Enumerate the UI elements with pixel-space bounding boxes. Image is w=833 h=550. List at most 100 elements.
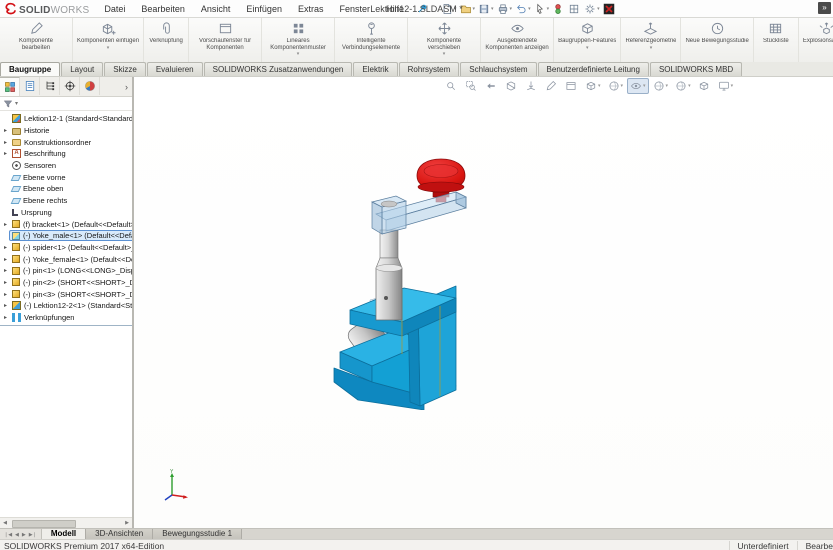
pin-menu-icon[interactable]: [417, 3, 428, 14]
tree-item[interactable]: Lektion12-1 (Standard<Standard_Anzeige: [0, 113, 132, 125]
qa-button-select[interactable]: ▾: [533, 1, 551, 16]
command-tab-baugruppe[interactable]: Baugruppe: [0, 62, 60, 76]
expand-arrow-icon[interactable]: ▸: [2, 221, 9, 228]
qa-button-print[interactable]: ▾: [496, 1, 514, 16]
titlebar-expand-button[interactable]: »: [818, 2, 831, 14]
menu-fenster[interactable]: Fenster: [332, 3, 377, 15]
tree-item[interactable]: ▸ (-) pin<2> (SHORT<<SHORT>_Displa: [0, 277, 132, 289]
panel-tab-dimxpertmanager[interactable]: [60, 77, 80, 95]
tree-item[interactable]: Sensoren: [0, 160, 132, 172]
ribbon-button-exploded-view[interactable]: Explosionsansicht: [799, 18, 833, 62]
qa-button-new-document[interactable]: ▾: [440, 1, 458, 16]
headsup-button-zoom-to-fit[interactable]: [442, 78, 461, 94]
tree-item[interactable]: ▸ (-) pin<1> (LONG<<LONG>_Display S: [0, 265, 132, 277]
model-universal-joint-assembly[interactable]: [300, 140, 500, 410]
scrollbar-thumb[interactable]: [12, 520, 76, 528]
qa-button-file-properties[interactable]: [567, 1, 582, 16]
panel-tab-propertymanager[interactable]: [20, 77, 40, 95]
panel-tabs-more-icon[interactable]: ›: [125, 82, 132, 92]
tree-item[interactable]: ▸ (-) spider<1> (Default<<Default>_Disp: [0, 242, 132, 254]
headsup-button-apply-scene[interactable]: ▾: [672, 78, 694, 94]
panel-tab-featuremanager[interactable]: [0, 77, 20, 96]
ribbon-button-move-component[interactable]: Komponente verschieben ▾: [408, 18, 481, 62]
command-tab-elektrik[interactable]: Elektrik: [353, 62, 397, 76]
tree-item[interactable]: ▸ (-) Yoke_female<1> (Default<<Defaul: [0, 253, 132, 265]
menu-extras[interactable]: Extras: [291, 3, 331, 15]
ribbon-button-insert-components[interactable]: Komponenten einfügen ▾: [73, 18, 144, 62]
command-tab-layout[interactable]: Layout: [61, 62, 103, 76]
expand-arrow-icon[interactable]: ▸: [2, 279, 9, 286]
graphics-area[interactable]: ▾ ▾ ▾ ▾: [134, 77, 833, 528]
next-tab-icon[interactable]: ▶: [21, 532, 27, 538]
tree-item[interactable]: Ebene vorne: [0, 171, 132, 183]
qa-button-options[interactable]: ▾: [583, 1, 601, 16]
menu-bearbeiten[interactable]: Bearbeiten: [134, 3, 192, 15]
ribbon-button-mate[interactable]: Verknüpfung: [144, 18, 189, 62]
tree-item[interactable]: ▸ Konstruktionsordner: [0, 136, 132, 148]
tree-item[interactable]: ▸ Historie: [0, 125, 132, 137]
qa-button-rebuild[interactable]: [551, 1, 566, 16]
command-tab-solidworks-zusatzanwendungen[interactable]: SOLIDWORKS Zusatzanwendungen: [204, 62, 353, 76]
tree-item[interactable]: Ebene rechts: [0, 195, 132, 207]
tree-item[interactable]: Ursprung: [0, 207, 132, 219]
expand-arrow-icon[interactable]: ▸: [2, 127, 9, 134]
menu-einfuegen[interactable]: Einfügen: [239, 3, 289, 15]
expand-arrow-icon[interactable]: ▸: [2, 314, 9, 321]
ribbon-button-edit-component[interactable]: Komponente bearbeiten: [0, 18, 73, 62]
expand-arrow-icon[interactable]: ▸: [2, 139, 9, 146]
menu-datei[interactable]: Datei: [97, 3, 132, 15]
first-tab-icon[interactable]: ❘◀: [3, 532, 13, 538]
model-crank-shaft[interactable]: [376, 230, 402, 320]
menu-ansicht[interactable]: Ansicht: [194, 3, 238, 15]
headsup-button-view-orientation[interactable]: ▾: [582, 78, 604, 94]
ribbon-button-smart-fasteners[interactable]: Intelligente Verbindungselemente: [335, 18, 408, 62]
ribbon-button-show-hidden-components[interactable]: Ausgeblendete Komponenten anzeigen: [481, 18, 554, 62]
expand-arrow-icon[interactable]: ▸: [2, 302, 9, 309]
headsup-button-edit-appearance[interactable]: ▾: [650, 78, 672, 94]
command-tab-rohrsystem[interactable]: Rohrsystem: [399, 62, 460, 76]
headsup-button-display-style[interactable]: ▾: [605, 78, 627, 94]
tree-item[interactable]: ▸ (-) pin<3> (SHORT<<SHORT>_Displa: [0, 288, 132, 300]
expand-arrow-icon[interactable]: ▸: [2, 244, 9, 251]
expand-arrow-icon[interactable]: ▸: [2, 291, 9, 298]
command-tab-benutzerdefinierte-leitung[interactable]: Benutzerdefinierte Leitung: [538, 62, 649, 76]
ribbon-button-new-motion-study[interactable]: Neue Bewegungsstudie: [681, 18, 753, 62]
model-knob[interactable]: [417, 159, 465, 192]
panel-horizontal-scrollbar[interactable]: ◀ ▶: [0, 517, 132, 528]
expand-arrow-icon[interactable]: ▸: [2, 256, 9, 263]
headsup-button-sketch[interactable]: [542, 78, 561, 94]
ribbon-button-component-preview-window[interactable]: Vorschaufenster für Komponenten: [189, 18, 262, 62]
scroll-right-icon[interactable]: ▶: [122, 520, 132, 526]
tree-item[interactable]: ▸ Beschriftung: [0, 148, 132, 160]
ribbon-button-assembly-features[interactable]: Baugruppen-Features ▾: [554, 18, 621, 62]
filter-funnel-icon[interactable]: [3, 99, 13, 109]
tree-item[interactable]: (-) Yoke_male<1> (Default<<Default>: [0, 230, 132, 242]
tree-item[interactable]: ▸ Verknüpfungen: [0, 312, 132, 324]
filter-dropdown-icon[interactable]: ▾: [15, 100, 18, 107]
tree-item[interactable]: ▸ (-) Lektion12-2<1> (Standard<Standa: [0, 300, 132, 312]
expand-arrow-icon[interactable]: ▸: [2, 150, 9, 157]
last-tab-icon[interactable]: ▶❘: [28, 532, 38, 538]
qa-button-exit[interactable]: [602, 1, 617, 16]
model-crank-bar[interactable]: [372, 192, 466, 234]
tree-item[interactable]: Ebene oben: [0, 183, 132, 195]
headsup-button-zoom-to-area[interactable]: [462, 78, 481, 94]
command-tab-schlauchsystem[interactable]: Schlauchsystem: [460, 62, 536, 76]
qa-button-save[interactable]: ▾: [477, 1, 495, 16]
headsup-button-camera-monitor[interactable]: ▾: [715, 78, 737, 94]
headsup-button-previous-view[interactable]: [482, 78, 501, 94]
ribbon-button-bill-of-materials[interactable]: Stückliste: [754, 18, 799, 62]
tree-item[interactable]: ▸ (f) bracket<1> (Default<<Default>_Di: [0, 218, 132, 230]
ribbon-button-reference-geometry[interactable]: Referenzgeometrie ▾: [621, 18, 681, 62]
panel-tab-displaymanager[interactable]: [80, 77, 100, 95]
headsup-button-hide-show-items[interactable]: ▾: [627, 78, 649, 94]
headsup-button-view-settings[interactable]: [695, 78, 714, 94]
headsup-button-annotation-views[interactable]: [562, 78, 581, 94]
prev-tab-icon[interactable]: ◀: [14, 532, 20, 538]
headsup-button-normal-to[interactable]: [522, 78, 541, 94]
qa-button-undo[interactable]: ▾: [514, 1, 532, 16]
qa-button-open[interactable]: ▾: [459, 1, 477, 16]
menu-hilfe[interactable]: Hilfe: [379, 3, 411, 15]
ribbon-button-linear-component-pattern[interactable]: Lineares Komponentenmuster ▾: [262, 18, 335, 62]
expand-arrow-icon[interactable]: ▸: [2, 267, 9, 274]
